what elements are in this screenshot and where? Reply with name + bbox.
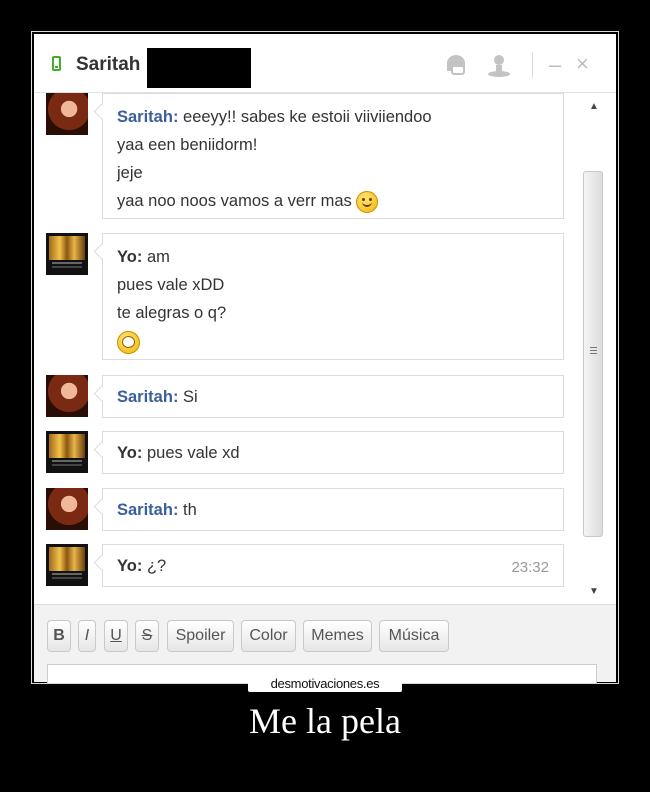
message-bubble: Saritah: eeeyy!! sabes ke estoii viiviie… xyxy=(102,93,564,219)
message-bubble: Yo: am pues vale xDD te alegras o q? xyxy=(102,233,564,360)
add-user-icon[interactable] xyxy=(486,54,512,84)
avatar-yo[interactable] xyxy=(46,544,88,586)
minimize-icon[interactable]: – xyxy=(549,52,561,78)
site-watermark: desmotivaciones.es xyxy=(248,676,402,692)
smiley-emoticon-icon xyxy=(356,190,379,213)
message-bubble: Saritah: Si xyxy=(102,375,564,418)
formatting-toolbar: B I U S Spoiler Color Memes Música xyxy=(34,604,616,683)
sender-name: Saritah: xyxy=(117,388,179,406)
sender-name: Saritah: xyxy=(117,501,179,519)
message-list: Saritah: eeeyy!! sabes ke estoii viiviie… xyxy=(34,93,582,603)
message-text: yaa een beniidorm! xyxy=(117,136,258,154)
avatar-saritah[interactable] xyxy=(46,93,88,135)
scroll-thumb[interactable] xyxy=(583,171,603,537)
message-text: am xyxy=(146,248,170,266)
message-text: te alegras o q? xyxy=(117,304,227,322)
message-timestamp: 23:32 xyxy=(511,559,549,576)
underline-button[interactable]: U xyxy=(104,620,128,652)
message-text: pues vale xDD xyxy=(117,276,225,294)
avatar-yo[interactable] xyxy=(46,431,88,473)
poster-caption: Me la pela xyxy=(249,701,401,741)
chat-header: Saritah – × xyxy=(34,34,616,93)
contact-name[interactable]: Saritah xyxy=(76,54,140,76)
grip-icon xyxy=(590,347,597,348)
italic-button[interactable]: I xyxy=(78,620,96,652)
avatar-yo[interactable] xyxy=(46,233,88,275)
close-icon[interactable]: × xyxy=(576,51,589,77)
avatar-saritah[interactable] xyxy=(46,375,88,417)
chat-window-frame: Saritah – × Saritah: eeeyy!! sabes ke es… xyxy=(31,31,619,684)
color-button[interactable]: Color xyxy=(241,620,296,652)
sender-name: Yo: xyxy=(117,557,143,575)
message-text: jeje xyxy=(117,164,143,182)
musica-button[interactable]: Música xyxy=(379,620,449,652)
sender-name: Yo: xyxy=(117,248,143,266)
sender-name: Yo: xyxy=(117,444,143,462)
scroll-up-arrow-icon[interactable]: ▲ xyxy=(589,101,599,112)
message-text: yaa noo noos vamos a verr mas xyxy=(117,192,352,210)
video-call-icon[interactable] xyxy=(444,54,470,82)
message-bubble: Saritah: th xyxy=(102,488,564,531)
spoiler-button[interactable]: Spoiler xyxy=(167,620,234,652)
message-text: pues vale xd xyxy=(146,444,240,462)
scroll-down-arrow-icon[interactable]: ▼ xyxy=(589,586,599,597)
grin-emoticon-icon xyxy=(117,331,140,354)
message-bubble: Yo: ¿? 23:32 xyxy=(102,544,564,587)
mobile-phone-icon xyxy=(52,56,61,71)
message-text: Si xyxy=(183,388,198,406)
message-text: ¿? xyxy=(146,557,167,575)
header-separator xyxy=(532,52,533,78)
bold-button[interactable]: B xyxy=(47,620,71,652)
memes-button[interactable]: Memes xyxy=(303,620,372,652)
sender-name: Saritah: xyxy=(117,108,179,126)
avatar-saritah[interactable] xyxy=(46,488,88,530)
strikethrough-button[interactable]: S xyxy=(135,620,159,652)
message-text: th xyxy=(183,501,197,519)
message-scrollbar[interactable]: ▲ ▼ xyxy=(580,93,608,603)
message-text: eeeyy!! sabes ke estoii viiviiendoo xyxy=(183,108,432,126)
message-bubble: Yo: pues vale xd xyxy=(102,431,564,474)
redaction-box xyxy=(147,48,251,88)
